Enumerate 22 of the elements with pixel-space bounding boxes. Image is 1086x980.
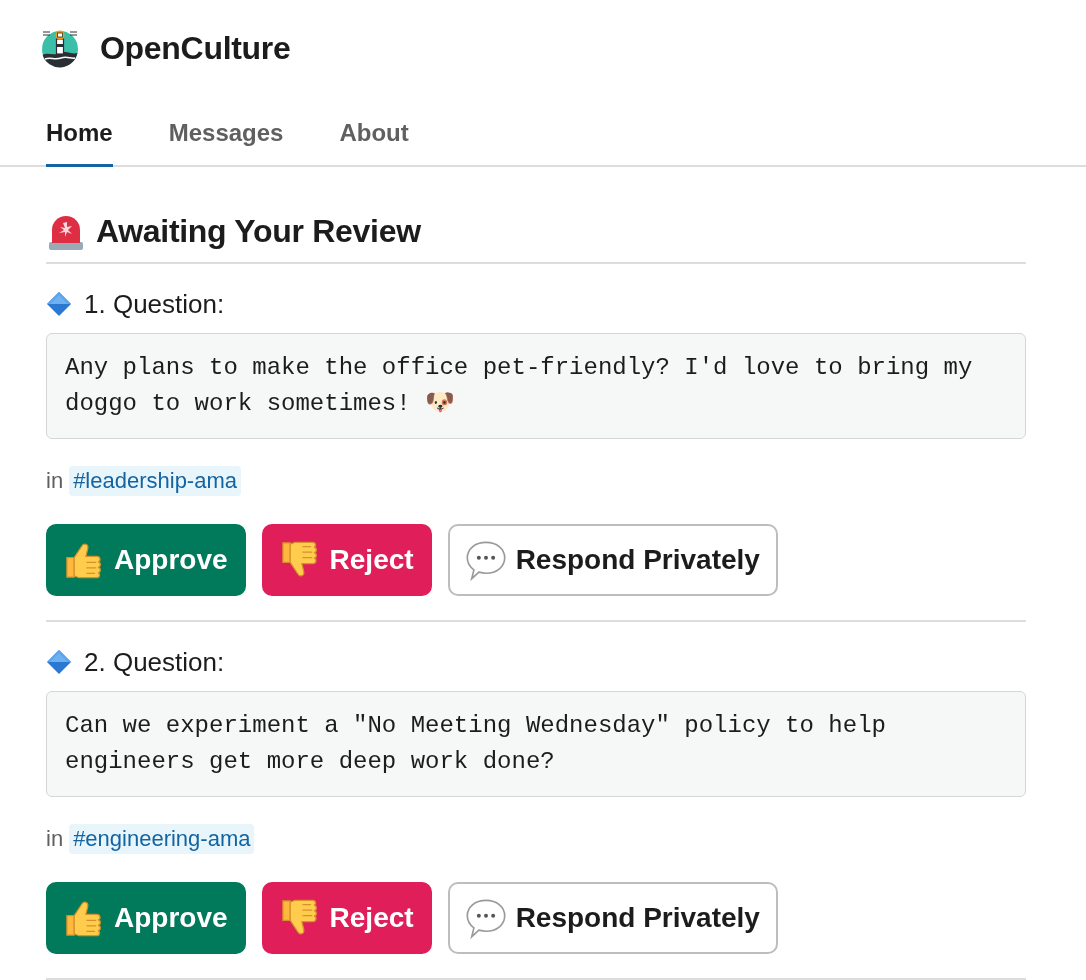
channel-prefix: in — [46, 467, 64, 495]
nav-tab[interactable]: Messages — [168, 118, 284, 167]
channel-link[interactable]: #engineering-ama — [69, 824, 255, 854]
question-quote: Can we experiment a "No Meeting Wednesday" policy to help engineers get more deep work done? — [46, 691, 1026, 797]
channel-prefix: in — [46, 825, 64, 853]
question-quote: Any plans to make the office pet-friendly? I'd love to bring my doggo to work sometimes! 🐶 — [46, 333, 1026, 439]
question-heading: 2. Question: — [84, 646, 225, 678]
section-heading: Awaiting Your Review — [96, 212, 421, 250]
nav-tab[interactable]: Home — [46, 118, 113, 167]
diamond-icon — [46, 291, 72, 317]
reject-button[interactable]: Reject — [261, 882, 432, 954]
diamond-icon — [46, 649, 72, 675]
respond-button[interactable]: Respond Privately — [447, 882, 778, 954]
respond-button[interactable]: Respond Privately — [447, 524, 778, 596]
nav-tab[interactable]: About — [339, 118, 409, 167]
app-title: OpenCulture — [100, 29, 291, 68]
question-heading: 1. Question: — [84, 288, 225, 320]
approve-button[interactable]: Approve — [46, 524, 246, 596]
channel-link[interactable]: #leadership-ama — [69, 466, 241, 496]
lighthouse-logo-icon — [40, 28, 80, 68]
approve-button[interactable]: Approve — [46, 882, 246, 954]
reject-button[interactable]: Reject — [261, 524, 432, 596]
